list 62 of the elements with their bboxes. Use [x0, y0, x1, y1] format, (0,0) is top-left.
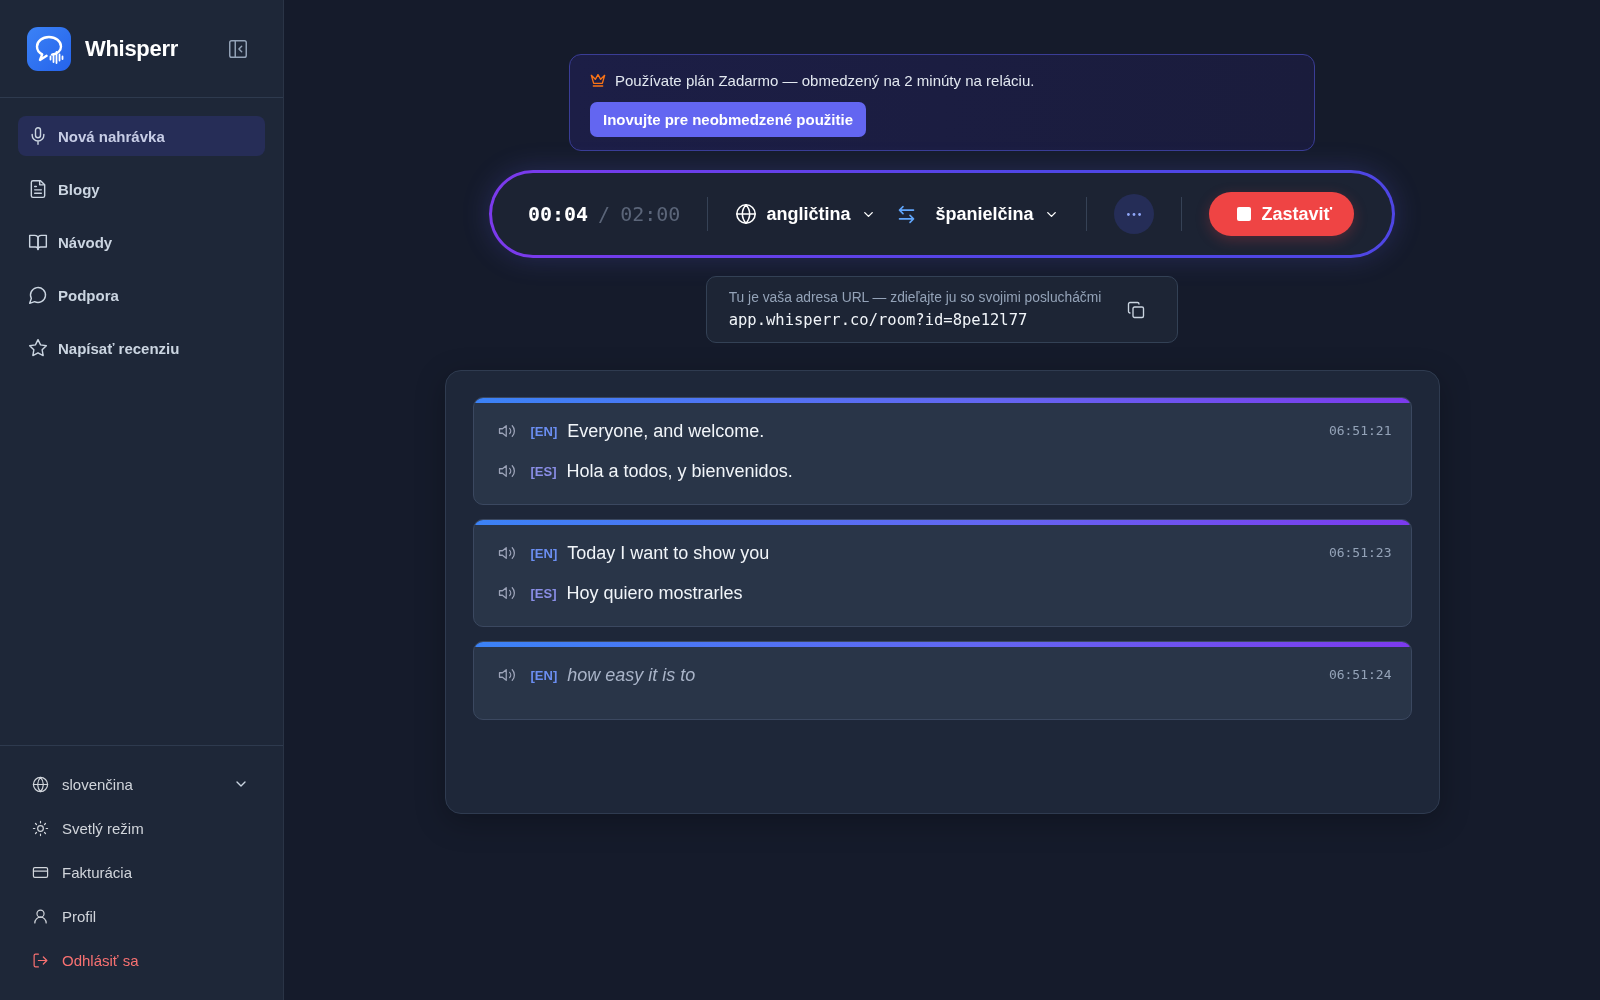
upgrade-button[interactable]: Inovujte pre neobmedzené použitie	[590, 102, 867, 137]
transcript-text: Everyone, and welcome.	[567, 420, 765, 442]
stop-button[interactable]: Zastaviť	[1209, 192, 1355, 236]
language-tag: [EN]	[530, 545, 558, 561]
sidebar-link[interactable]: Svetlý režim	[32, 810, 249, 846]
time-separator: /	[598, 202, 611, 226]
speaker-icon	[497, 666, 516, 684]
nav-item[interactable]: Napísať recenziu	[18, 328, 265, 368]
elapsed-time: 00:04	[527, 202, 589, 226]
share-url-label: Tu je vaša adresa URL — zdieľajte ju so svojimi poslucháčmi	[728, 289, 1102, 307]
source-language-select[interactable]: angličtina	[735, 203, 877, 225]
sidebar-link[interactable]: Odhlásiť sa	[32, 942, 249, 978]
language-tag: [ES]	[530, 585, 557, 601]
star-icon	[28, 338, 48, 358]
user-icon	[32, 907, 49, 925]
play-audio-button[interactable]	[497, 462, 516, 480]
timestamp: 06:51:21	[1328, 423, 1392, 438]
nav-item[interactable]: Blogy	[18, 169, 265, 209]
play-audio-button[interactable]	[497, 422, 516, 440]
transcript-text: Today I want to show you	[567, 542, 770, 564]
collapse-sidebar-button[interactable]	[227, 37, 249, 60]
language-tag: [ES]	[530, 463, 557, 479]
logo-icon	[27, 26, 71, 71]
share-url: app.whisperr.co/room?id=8pe12l77	[728, 310, 1029, 330]
crown-icon	[590, 72, 606, 88]
copy-button[interactable]	[1127, 300, 1146, 319]
play-audio-button[interactable]	[497, 544, 516, 562]
brand-name: Whisperr	[85, 35, 179, 62]
transcript-text: Hola a todos, y bienvenidos.	[566, 460, 793, 482]
logout-icon	[32, 951, 49, 969]
timestamp: 06:51:23	[1328, 545, 1392, 560]
sidebar-panel-icon	[227, 37, 249, 60]
time-limit: 02:00	[620, 202, 681, 226]
more-dots-icon	[1127, 212, 1142, 216]
sidebar-link[interactable]: Profil	[32, 898, 249, 934]
sidebar-link[interactable]: Fakturácia	[32, 854, 249, 890]
speaker-icon	[497, 462, 516, 480]
plan-notice: Používate plán Zadarmo — obmedzený na 2 minúty na reláciu.	[615, 71, 1035, 89]
globe-icon	[735, 203, 758, 225]
nav-item[interactable]: Podpora	[18, 275, 265, 315]
document-icon	[28, 179, 48, 199]
target-language-select[interactable]: španielčina	[935, 203, 1060, 225]
speaker-icon	[497, 422, 516, 440]
timestamp: 06:51:24	[1328, 667, 1392, 682]
transcript-text: how easy it is to	[567, 664, 696, 686]
microphone-icon	[28, 126, 48, 146]
transcript-text: Hoy quiero mostrarles	[566, 582, 743, 604]
sun-icon	[32, 819, 49, 837]
language-tag: [EN]	[530, 423, 558, 439]
nav-item[interactable]: Nová nahrávka	[18, 116, 265, 156]
globe-icon	[32, 775, 49, 793]
copy-icon	[1127, 300, 1146, 319]
stop-square-icon	[1237, 207, 1252, 221]
speaker-icon	[497, 584, 516, 602]
book-icon	[28, 232, 48, 252]
play-audio-button[interactable]	[497, 666, 516, 684]
play-audio-button[interactable]	[497, 584, 516, 602]
speaker-icon	[497, 544, 516, 562]
language-select[interactable]: slovenčina	[32, 766, 249, 802]
nav-item[interactable]: Návody	[18, 222, 265, 262]
speech-bubble-icon	[28, 285, 48, 305]
language-tag: [EN]	[530, 667, 558, 683]
